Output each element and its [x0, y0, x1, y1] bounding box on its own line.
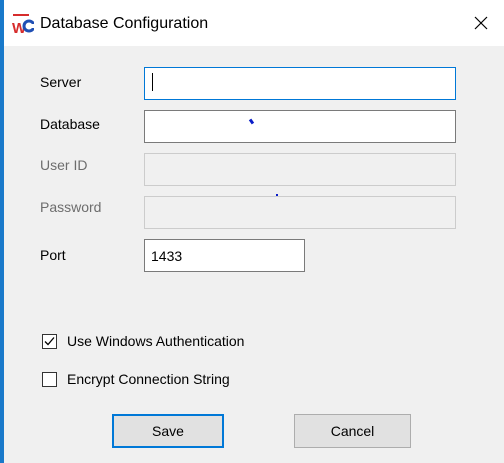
checkmark-icon: [44, 336, 55, 345]
title-bar[interactable]: W Database Configuration: [4, 0, 504, 46]
database-label: Database: [40, 116, 100, 132]
windows-auth-option[interactable]: Use Windows Authentication: [42, 332, 244, 350]
windows-auth-label: Use Windows Authentication: [67, 333, 245, 349]
encrypt-label: Encrypt Connection String: [67, 371, 230, 387]
user-id-label: User ID: [40, 157, 88, 173]
wc-logo-icon: W: [12, 14, 34, 36]
port-label: Port: [40, 247, 66, 263]
encrypt-checkbox[interactable]: [42, 371, 57, 387]
encrypt-option[interactable]: Encrypt Connection String: [42, 370, 230, 388]
close-button[interactable]: [458, 0, 504, 46]
close-icon: [474, 16, 488, 30]
server-input[interactable]: [144, 67, 456, 100]
database-configuration-dialog: W Database Configuration Server Database…: [0, 0, 504, 463]
windows-auth-checkbox[interactable]: [42, 333, 57, 349]
save-button[interactable]: Save: [112, 414, 224, 448]
password-label: Password: [40, 199, 102, 215]
window-title: Database Configuration: [40, 15, 209, 32]
password-input[interactable]: [144, 196, 456, 229]
text-caret: [152, 73, 153, 91]
server-label: Server: [40, 74, 82, 90]
database-input[interactable]: [144, 110, 456, 143]
render-artifact: [276, 194, 278, 196]
user-id-input[interactable]: [144, 153, 456, 186]
port-input[interactable]: [144, 239, 305, 272]
cancel-button[interactable]: Cancel: [294, 414, 411, 448]
